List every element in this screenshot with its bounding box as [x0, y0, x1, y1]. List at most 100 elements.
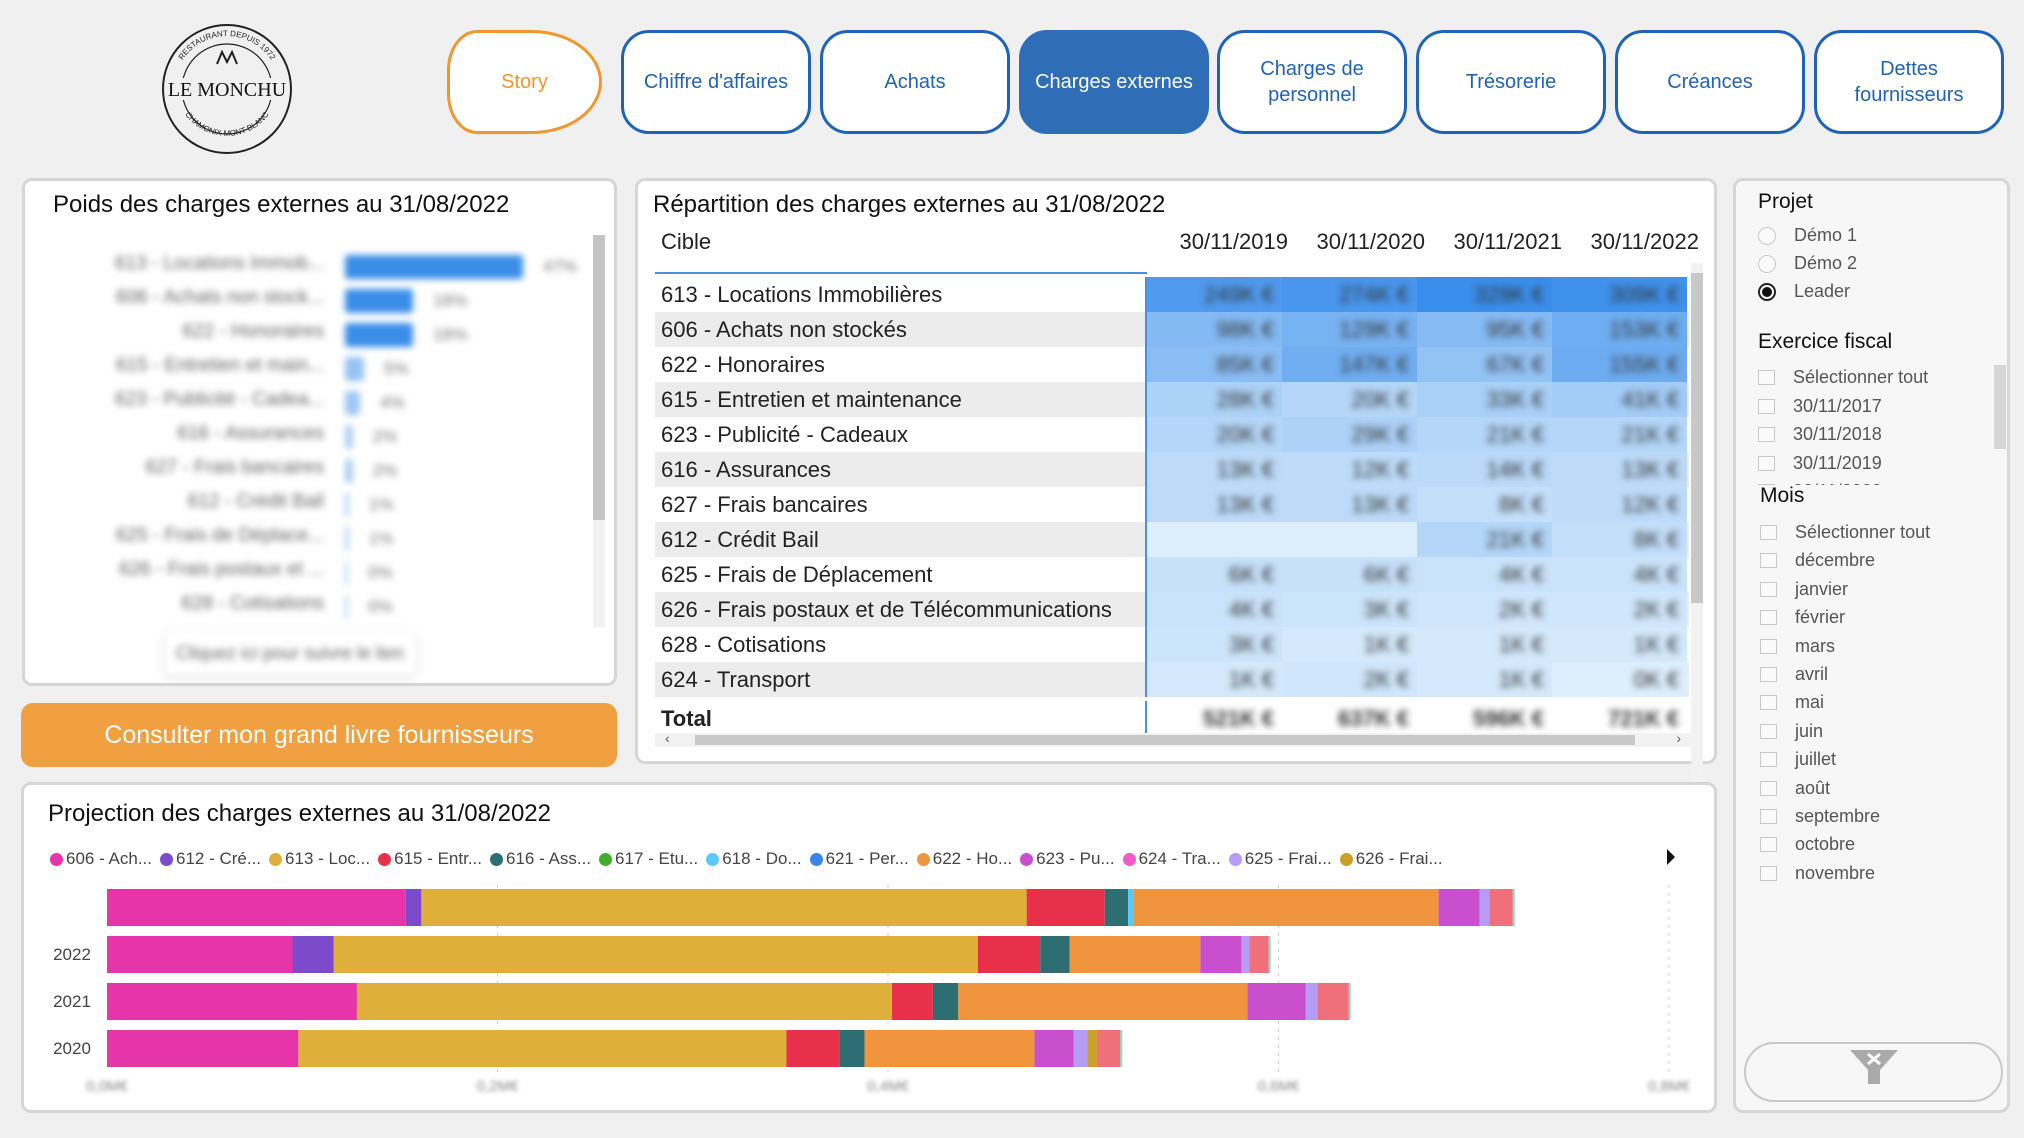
weight-bar[interactable] — [345, 527, 349, 551]
bar-segment-615[interactable] — [786, 1030, 840, 1067]
radio-button[interactable] — [1758, 282, 1776, 301]
weight-bar[interactable] — [345, 595, 348, 619]
weight-bar[interactable] — [345, 459, 353, 483]
weight-bar[interactable] — [345, 323, 414, 347]
checkbox[interactable] — [1758, 398, 1775, 414]
checkbox[interactable] — [1760, 553, 1777, 569]
bar-segment-618[interactable] — [1128, 889, 1135, 926]
bar-segment-616[interactable] — [932, 983, 959, 1020]
weight-bar[interactable] — [345, 425, 353, 449]
table-row[interactable]: 625 - Frais de Déplacement 6K € 6K € 4K € 4K… — [655, 557, 1689, 592]
bar-segment-616[interactable] — [839, 1030, 865, 1067]
checkbox-option[interactable]: décembre — [1760, 550, 1875, 571]
radio-option[interactable]: Leader — [1758, 281, 1850, 302]
table-row[interactable]: 624 - Transport 1K € 2K € 1K € 0K € — [655, 662, 1689, 697]
bar-segment-613[interactable] — [421, 889, 1027, 926]
checkbox-option[interactable]: mai — [1760, 692, 1824, 713]
radio-button[interactable] — [1758, 254, 1776, 273]
bar-segment-625[interactable] — [1305, 983, 1318, 1020]
weight-bar[interactable] — [345, 391, 361, 415]
checkbox[interactable] — [1760, 638, 1777, 654]
scroll-left-icon[interactable]: ‹ — [665, 730, 670, 746]
bar-segment-628[interactable] — [1348, 983, 1351, 1020]
ledger-button[interactable]: Consulter mon grand livre fournisseurs — [21, 703, 617, 767]
checkbox[interactable] — [1758, 427, 1775, 442]
checkbox[interactable] — [1760, 695, 1777, 711]
table-row[interactable]: 606 - Achats non stockés 98K € 129K € 95K €… — [655, 312, 1689, 347]
bar-segment-615[interactable] — [891, 983, 933, 1020]
checkbox[interactable] — [1760, 667, 1777, 682]
weight-bar[interactable] — [345, 357, 364, 381]
checkbox[interactable] — [1758, 370, 1775, 385]
bar-segment-622[interactable] — [864, 1030, 1035, 1067]
checkbox-option[interactable]: janvier — [1760, 579, 1848, 600]
bar-segment-623[interactable] — [1438, 889, 1480, 926]
column-header[interactable]: 30/11/2019 — [1153, 229, 1288, 255]
table-row[interactable]: 622 - Honoraires 85K € 147K € 67K € 155K € — [655, 347, 1689, 382]
bar-segment-628[interactable] — [1268, 936, 1271, 973]
clear-filters-button[interactable] — [1744, 1042, 2003, 1102]
bar-segment-622[interactable] — [958, 983, 1248, 1020]
checkbox-option[interactable]: juillet — [1760, 749, 1836, 770]
column-header[interactable]: 30/11/2022 — [1564, 229, 1699, 255]
checkbox-option[interactable]: octobre — [1760, 834, 1855, 855]
checkbox-option[interactable]: mars — [1760, 636, 1835, 657]
nav-chiffre-affaires[interactable]: Chiffre d'affaires — [621, 30, 811, 134]
bar-segment-613[interactable] — [356, 983, 892, 1020]
scrollbar-thumb[interactable] — [593, 235, 605, 520]
checkbox-option[interactable]: août — [1760, 778, 1830, 799]
radio-button[interactable] — [1758, 226, 1776, 245]
exercice-scrollbar[interactable] — [1994, 365, 2006, 449]
nav-tresorerie[interactable]: Trésorerie — [1416, 30, 1606, 134]
checkbox-option[interactable]: novembre — [1760, 863, 1875, 884]
weight-bar[interactable] — [345, 493, 349, 517]
bar-segment-627[interactable] — [1489, 889, 1513, 926]
bar-segment-628[interactable] — [1512, 889, 1515, 926]
checkbox-option[interactable]: Sélectionner tout — [1758, 367, 1928, 388]
scroll-right-icon[interactable]: › — [1676, 730, 1681, 746]
table-row[interactable]: 612 - Crédit Bail 21K € 8K € — [655, 522, 1689, 557]
bar-segment-626[interactable] — [1087, 1030, 1097, 1067]
bar-segment-627[interactable] — [1096, 1030, 1121, 1067]
checkbox[interactable] — [1760, 837, 1777, 853]
bar-segment-622[interactable] — [1069, 936, 1201, 973]
bar-segment-606[interactable] — [107, 936, 293, 973]
nav-charges-externes[interactable]: Charges externes — [1019, 30, 1209, 134]
checkbox[interactable] — [1760, 752, 1777, 768]
checkbox-option[interactable]: février — [1760, 607, 1845, 628]
radio-option[interactable]: Démo 2 — [1758, 253, 1857, 274]
checkbox[interactable] — [1760, 581, 1777, 597]
bar-segment-606[interactable] — [107, 889, 406, 926]
bar-segment-625[interactable] — [1479, 889, 1490, 926]
weights-scrollbar[interactable] — [593, 235, 605, 627]
table-row[interactable]: 615 - Entretien et maintenance 28K € 20K €… — [655, 382, 1689, 417]
nav-charges-personnel[interactable]: Charges de personnel — [1217, 30, 1407, 134]
nav-creances[interactable]: Créances — [1615, 30, 1805, 134]
checkbox[interactable] — [1760, 865, 1777, 881]
bar-segment-627[interactable] — [1249, 936, 1269, 973]
scrollbar-thumb[interactable] — [1691, 273, 1703, 603]
bar-segment-625[interactable] — [1241, 936, 1250, 973]
nav-achats[interactable]: Achats — [820, 30, 1010, 134]
checkbox[interactable] — [1760, 780, 1777, 796]
checkbox-option[interactable]: avril — [1760, 664, 1828, 685]
table-row[interactable]: 616 - Assurances 13K € 12K € 14K € 13K € — [655, 452, 1689, 487]
checkbox[interactable] — [1760, 525, 1777, 540]
bar-segment-612[interactable] — [292, 936, 334, 973]
column-header[interactable]: 30/11/2021 — [1427, 229, 1562, 255]
bar-segment-606[interactable] — [107, 983, 357, 1020]
checkbox[interactable] — [1758, 455, 1775, 471]
checkbox[interactable] — [1760, 610, 1777, 626]
horizontal-scrollbar[interactable]: ‹ › — [655, 730, 1691, 747]
table-row[interactable]: 626 - Frais postaux et de Télécommunicat… — [655, 592, 1689, 627]
table-row[interactable]: 623 - Publicité - Cadeaux 20K € 29K € 21K €… — [655, 417, 1689, 452]
total-row[interactable]: Total 521K € 637K € 596K € 721K € — [655, 701, 1689, 736]
checkbox-option[interactable]: 30/11/2018 — [1758, 424, 1882, 445]
checkbox[interactable] — [1760, 809, 1777, 824]
bar-segment-612[interactable] — [405, 889, 422, 926]
checkbox-option[interactable]: 30/11/2019 — [1758, 453, 1882, 474]
column-header[interactable]: 30/11/2020 — [1290, 229, 1425, 255]
row-header[interactable]: Cible — [661, 229, 711, 255]
bar-segment-615[interactable] — [977, 936, 1041, 973]
bar-segment-623[interactable] — [1247, 983, 1306, 1020]
